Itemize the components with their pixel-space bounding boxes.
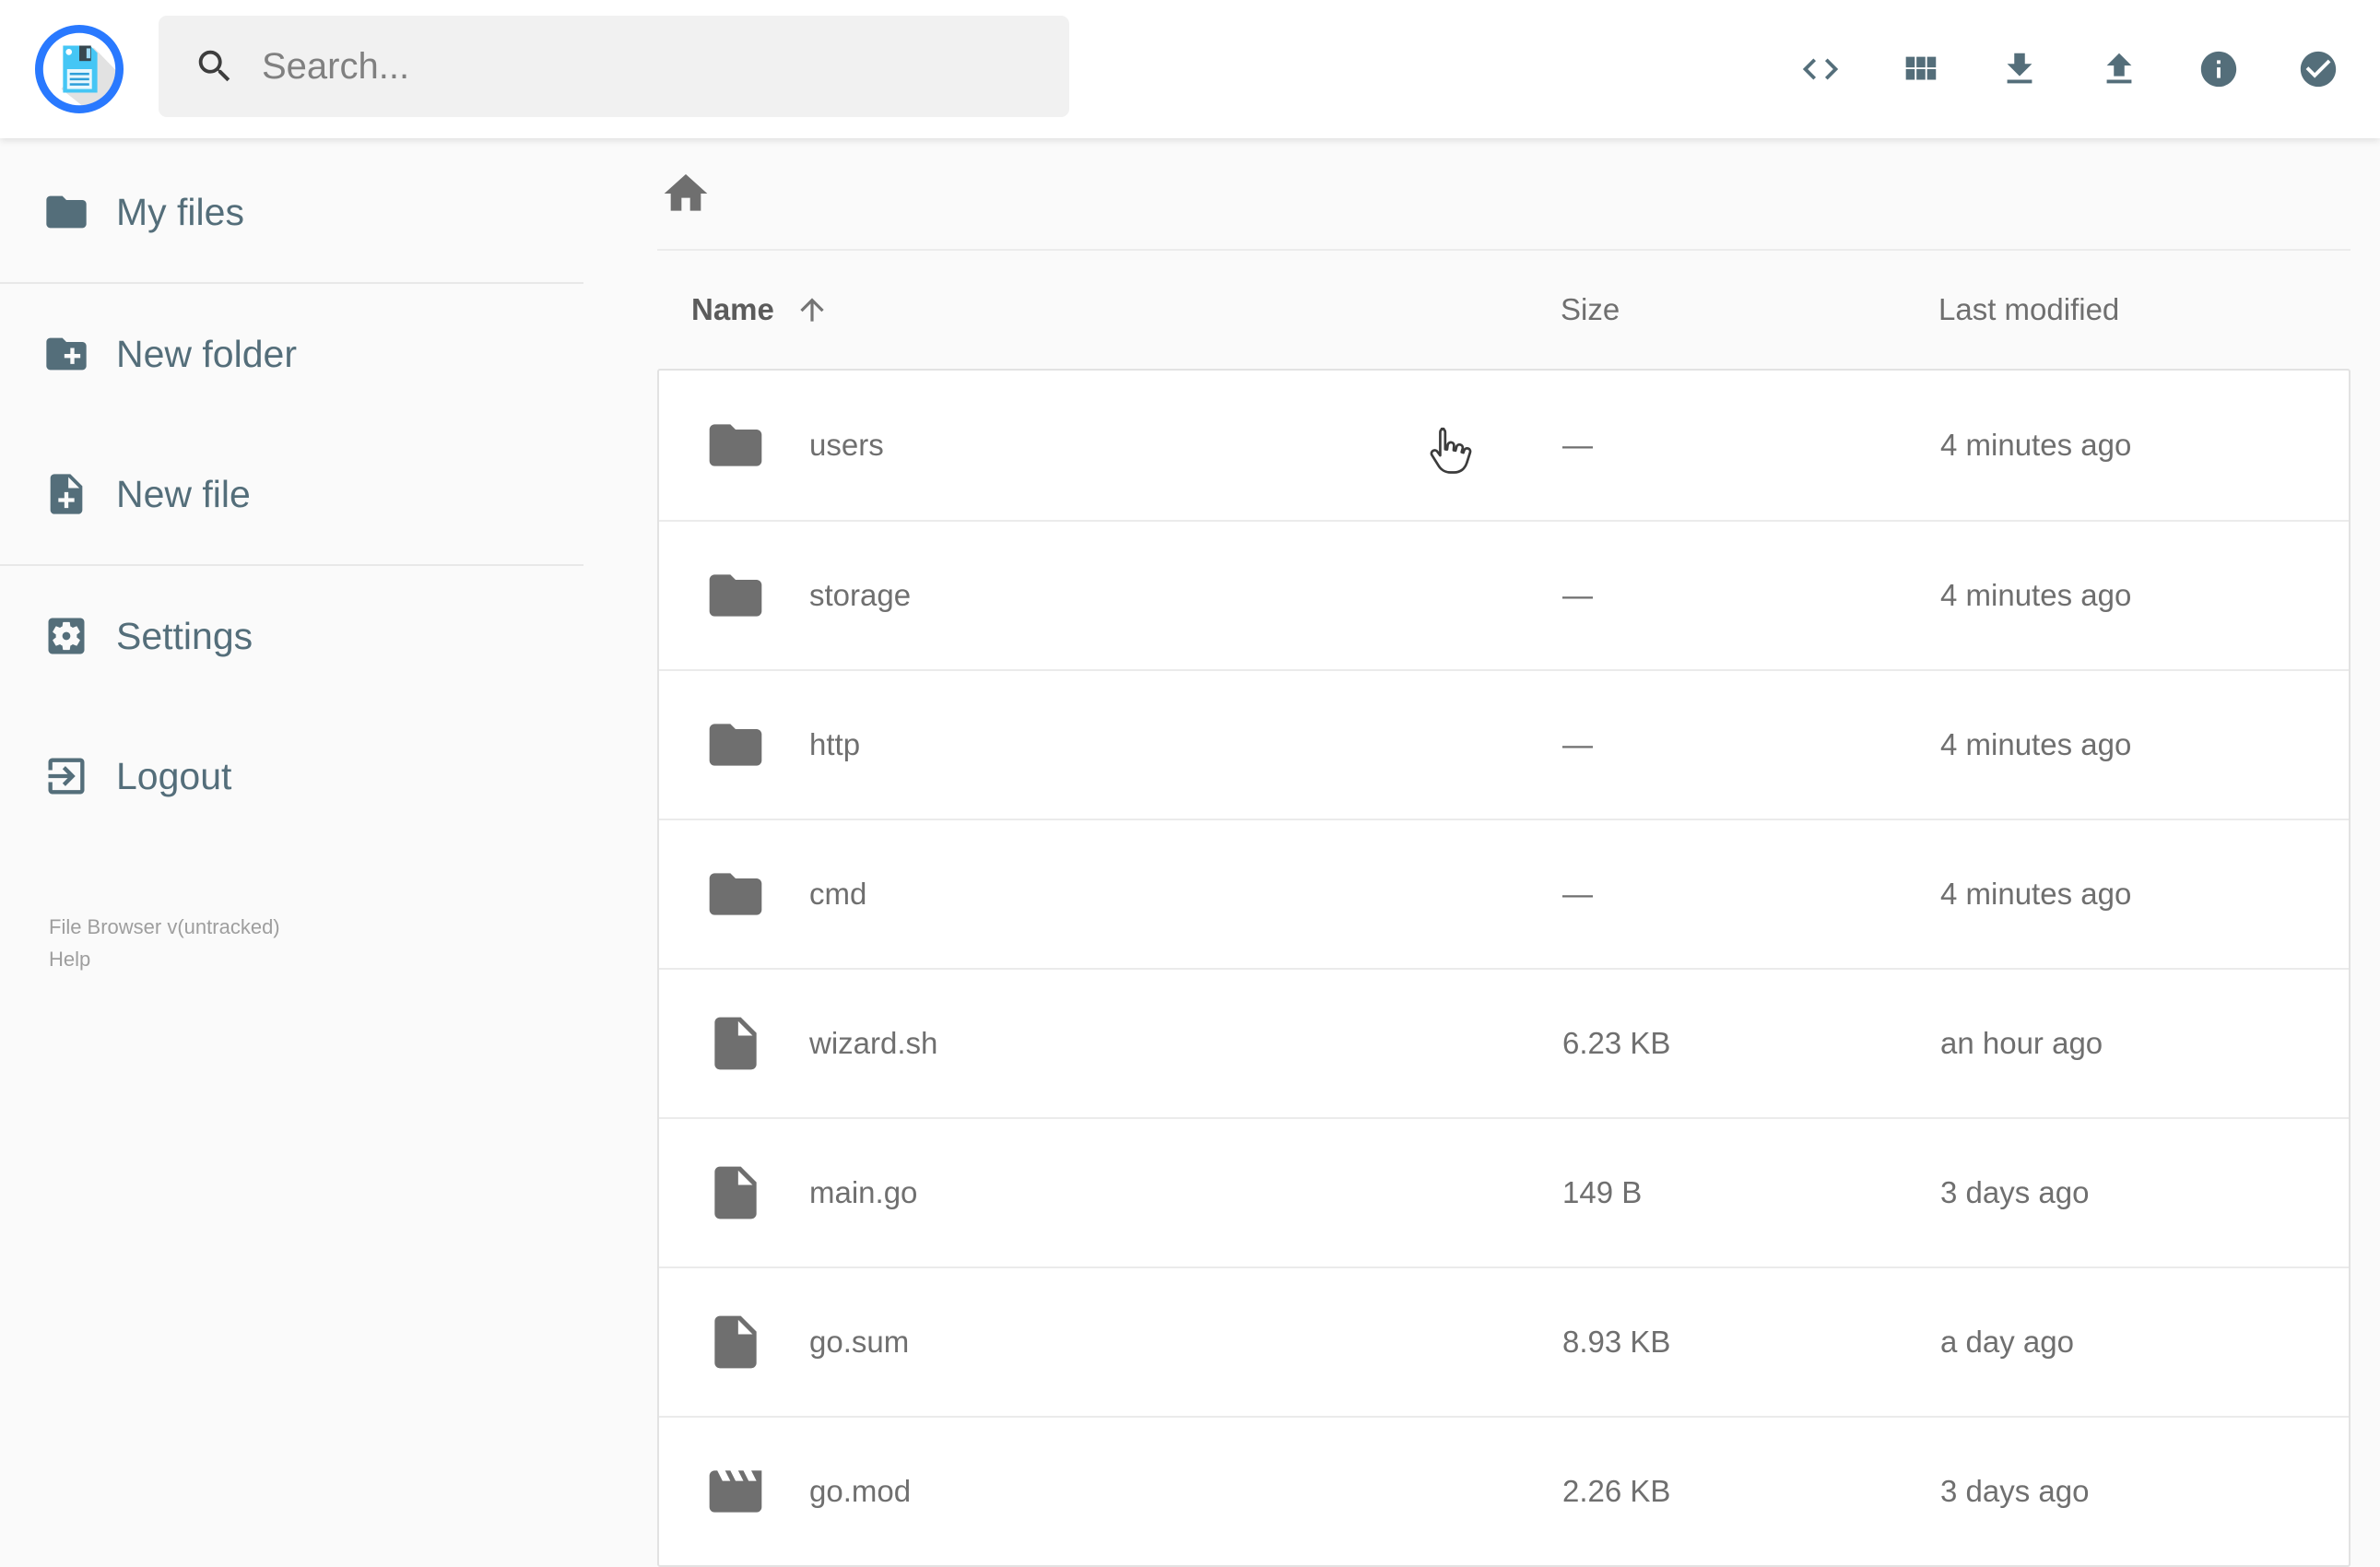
row-modified: an hour ago: [1940, 1026, 2349, 1061]
row-name-label: storage: [809, 578, 911, 613]
row-name-label: wizard.sh: [809, 1026, 937, 1061]
new-folder-icon: [42, 330, 90, 378]
sidebar-item-logout[interactable]: Logout: [0, 706, 583, 846]
movie-icon: [704, 1460, 767, 1523]
sidebar-item-label: My files: [116, 191, 244, 234]
row-modified: a day ago: [1940, 1325, 2349, 1360]
top-bar: [0, 0, 2380, 138]
home-icon: [660, 168, 712, 219]
check-circle-icon: [2297, 48, 2339, 90]
breadcrumb: [657, 138, 2351, 251]
sort-ascending-icon: [795, 292, 830, 327]
row-name-cell: cmd: [659, 863, 1562, 925]
sidebar-item-label: Logout: [116, 755, 231, 798]
row-name-label: go.mod: [809, 1474, 911, 1509]
file-row-main.go[interactable]: main.go 149 B 3 days ago: [659, 1117, 2349, 1267]
row-size: —: [1562, 877, 1940, 912]
grid-view-icon: [1899, 48, 1941, 90]
row-size: 2.26 KB: [1562, 1474, 1940, 1509]
help-link[interactable]: Help: [49, 943, 280, 975]
sidebar-item-new-file[interactable]: New file: [0, 424, 583, 564]
row-name-cell: http: [659, 713, 1562, 776]
file-row-go.mod[interactable]: go.mod 2.26 KB 3 days ago: [659, 1416, 2349, 1565]
column-name-label: Name: [691, 292, 774, 327]
switch-view-button[interactable]: [1891, 40, 1950, 99]
header-actions: [1791, 40, 2348, 99]
version-text: File Browser v(untracked): [49, 911, 280, 943]
sidebar-item-label: New file: [116, 473, 251, 516]
row-name-cell: storage: [659, 564, 1562, 627]
info-button[interactable]: [2189, 40, 2248, 99]
sort-by-name-header[interactable]: Name: [657, 292, 1561, 327]
folder-row-users[interactable]: users — 4 minutes ago: [659, 371, 2349, 520]
folder-row-cmd[interactable]: cmd — 4 minutes ago: [659, 819, 2349, 968]
app-logo[interactable]: [34, 24, 124, 114]
row-name-label: users: [809, 428, 884, 463]
file-listing: users — 4 minutes ago storage — 4 minute…: [657, 369, 2351, 1567]
row-name-label: go.sum: [809, 1325, 909, 1360]
main-content: Name Size Last modified users — 4 minute…: [583, 138, 2380, 1530]
upload-button[interactable]: [2090, 40, 2149, 99]
sidebar-item-my-files[interactable]: My files: [0, 142, 583, 282]
folder-row-http[interactable]: http — 4 minutes ago: [659, 669, 2349, 819]
row-modified: 4 minutes ago: [1940, 428, 2349, 463]
sidebar-item-settings[interactable]: Settings: [0, 566, 583, 706]
row-modified: 4 minutes ago: [1940, 578, 2349, 613]
code-icon: [1799, 48, 1842, 90]
filebrowser-logo-icon: [34, 24, 124, 114]
sort-by-modified-header[interactable]: Last modified: [1938, 292, 2351, 327]
mouse-cursor: [1424, 424, 1474, 485]
row-modified: 3 days ago: [1940, 1474, 2349, 1509]
search-input[interactable]: [262, 46, 1042, 88]
row-name-label: cmd: [809, 877, 866, 912]
row-modified: 4 minutes ago: [1940, 727, 2349, 762]
select-multiple-button[interactable]: [2289, 40, 2348, 99]
row-modified: 4 minutes ago: [1940, 877, 2349, 912]
folder-icon: [704, 713, 767, 776]
row-name-cell: go.sum: [659, 1311, 1562, 1373]
folder-icon: [704, 863, 767, 925]
logout-icon: [42, 752, 90, 800]
new-file-icon: [42, 470, 90, 518]
sidebar: My files New folder New file Settings Lo…: [0, 138, 583, 1530]
file-icon: [704, 1311, 767, 1373]
row-size: —: [1562, 727, 1940, 762]
listing-header: Name Size Last modified: [657, 251, 2351, 369]
row-size: —: [1562, 428, 1940, 463]
download-icon: [1998, 48, 2041, 90]
file-icon: [704, 1012, 767, 1075]
folder-row-storage[interactable]: storage — 4 minutes ago: [659, 520, 2349, 669]
folder-icon: [42, 188, 90, 236]
sidebar-item-label: Settings: [116, 615, 253, 658]
sort-by-size-header[interactable]: Size: [1561, 292, 1938, 327]
row-name-cell: go.mod: [659, 1460, 1562, 1523]
sidebar-item-label: New folder: [116, 333, 297, 376]
settings-icon: [42, 612, 90, 660]
row-name-cell: wizard.sh: [659, 1012, 1562, 1075]
search-bar[interactable]: [159, 16, 1069, 117]
shell-toggle-button[interactable]: [1791, 40, 1850, 99]
row-size: 6.23 KB: [1562, 1026, 1940, 1061]
folder-icon: [704, 414, 767, 477]
folder-icon: [704, 564, 767, 627]
info-icon: [2197, 48, 2240, 90]
file-row-go.sum[interactable]: go.sum 8.93 KB a day ago: [659, 1267, 2349, 1416]
file-row-wizard.sh[interactable]: wizard.sh 6.23 KB an hour ago: [659, 968, 2349, 1117]
search-icon: [194, 45, 236, 88]
row-name-label: http: [809, 727, 860, 762]
file-icon: [704, 1161, 767, 1224]
row-size: 149 B: [1562, 1175, 1940, 1210]
sidebar-footer: File Browser v(untracked) Help: [49, 911, 280, 975]
sidebar-item-new-folder[interactable]: New folder: [0, 284, 583, 424]
row-name-label: main.go: [809, 1175, 917, 1210]
row-size: —: [1562, 578, 1940, 613]
row-size: 8.93 KB: [1562, 1325, 1940, 1360]
download-button[interactable]: [1990, 40, 2049, 99]
breadcrumb-home-button[interactable]: [660, 168, 712, 219]
row-name-cell: main.go: [659, 1161, 1562, 1224]
row-modified: 3 days ago: [1940, 1175, 2349, 1210]
upload-icon: [2098, 48, 2140, 90]
